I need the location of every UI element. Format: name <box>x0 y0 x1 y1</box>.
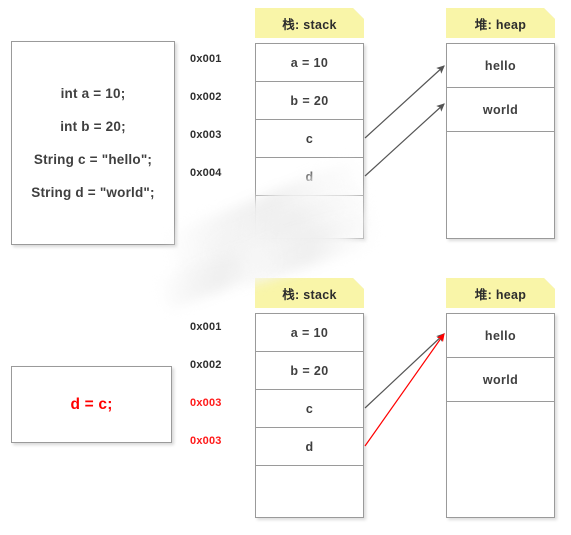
address-label-stack-1: 0x002 <box>190 91 222 103</box>
stack-cell: c <box>256 120 363 158</box>
heap-cell: world <box>447 358 554 402</box>
heap-memory-box: hello world <box>446 43 555 239</box>
stack-cell: c <box>256 390 363 428</box>
note-fold-icon <box>544 278 555 289</box>
code-line: int b = 20; <box>60 119 126 134</box>
stack-memory-box: a = 10 b = 20 c d <box>255 43 364 239</box>
address-label-stack-3: 0x004 <box>190 167 222 179</box>
arrow-stack-d-to-heap-world <box>364 103 445 177</box>
stack-title-b: 栈: stack <box>282 287 337 302</box>
stack-cell-empty <box>256 466 363 517</box>
code-line: d = c; <box>70 395 113 413</box>
address-label-stack-1-b: 0x002 <box>190 359 222 371</box>
heap-title: 堆: heap <box>474 17 527 32</box>
code-line: int a = 10; <box>60 86 126 101</box>
stack-memory-box-b: a = 10 b = 20 c d <box>255 313 364 518</box>
heap-cell: hello <box>447 44 554 88</box>
stack-cell: a = 10 <box>256 314 363 352</box>
stack-cell: b = 20 <box>256 352 363 390</box>
note-fold-icon <box>544 8 555 19</box>
heap-note-header-b: 堆: heap <box>446 278 555 308</box>
stack-cell: b = 20 <box>256 82 363 120</box>
code-box-assignment: d = c; <box>11 366 172 443</box>
address-label-stack-2-b: 0x003 <box>190 397 222 409</box>
address-label-stack-3-b: 0x003 <box>190 435 222 447</box>
code-line: String d = "world"; <box>31 185 155 200</box>
heap-cell-empty <box>447 132 554 238</box>
heap-note-header: 堆: heap <box>446 8 555 38</box>
stack-note-header: 栈: stack <box>255 8 364 38</box>
stack-cell: d <box>256 428 363 466</box>
heap-cell-empty <box>447 402 554 517</box>
heap-cell: world <box>447 88 554 132</box>
address-label-stack-2: 0x003 <box>190 129 222 141</box>
note-fold-icon <box>353 8 364 19</box>
stack-cell: d <box>256 158 363 196</box>
note-fold-icon <box>353 278 364 289</box>
stack-title: 栈: stack <box>282 17 337 32</box>
diagram-canvas: int a = 10; int b = 20; String c = "hell… <box>0 0 571 535</box>
heap-memory-box-b: hello world <box>446 313 555 518</box>
stack-note-header-b: 栈: stack <box>255 278 364 308</box>
stack-cell-empty <box>256 196 363 238</box>
heap-title-b: 堆: heap <box>474 287 527 302</box>
heap-cell: hello <box>447 314 554 358</box>
arrow-stack-c-to-heap-hello <box>364 65 445 139</box>
stack-cell: a = 10 <box>256 44 363 82</box>
arrow-stack-d-to-heap-hello-b <box>364 333 445 447</box>
code-box-declaration: int a = 10; int b = 20; String c = "hell… <box>11 41 175 245</box>
address-label-stack-0: 0x001 <box>190 53 222 65</box>
address-label-stack-0-b: 0x001 <box>190 321 222 333</box>
code-line: String c = "hello"; <box>33 152 153 167</box>
arrow-stack-c-to-heap-hello-b <box>364 333 445 409</box>
